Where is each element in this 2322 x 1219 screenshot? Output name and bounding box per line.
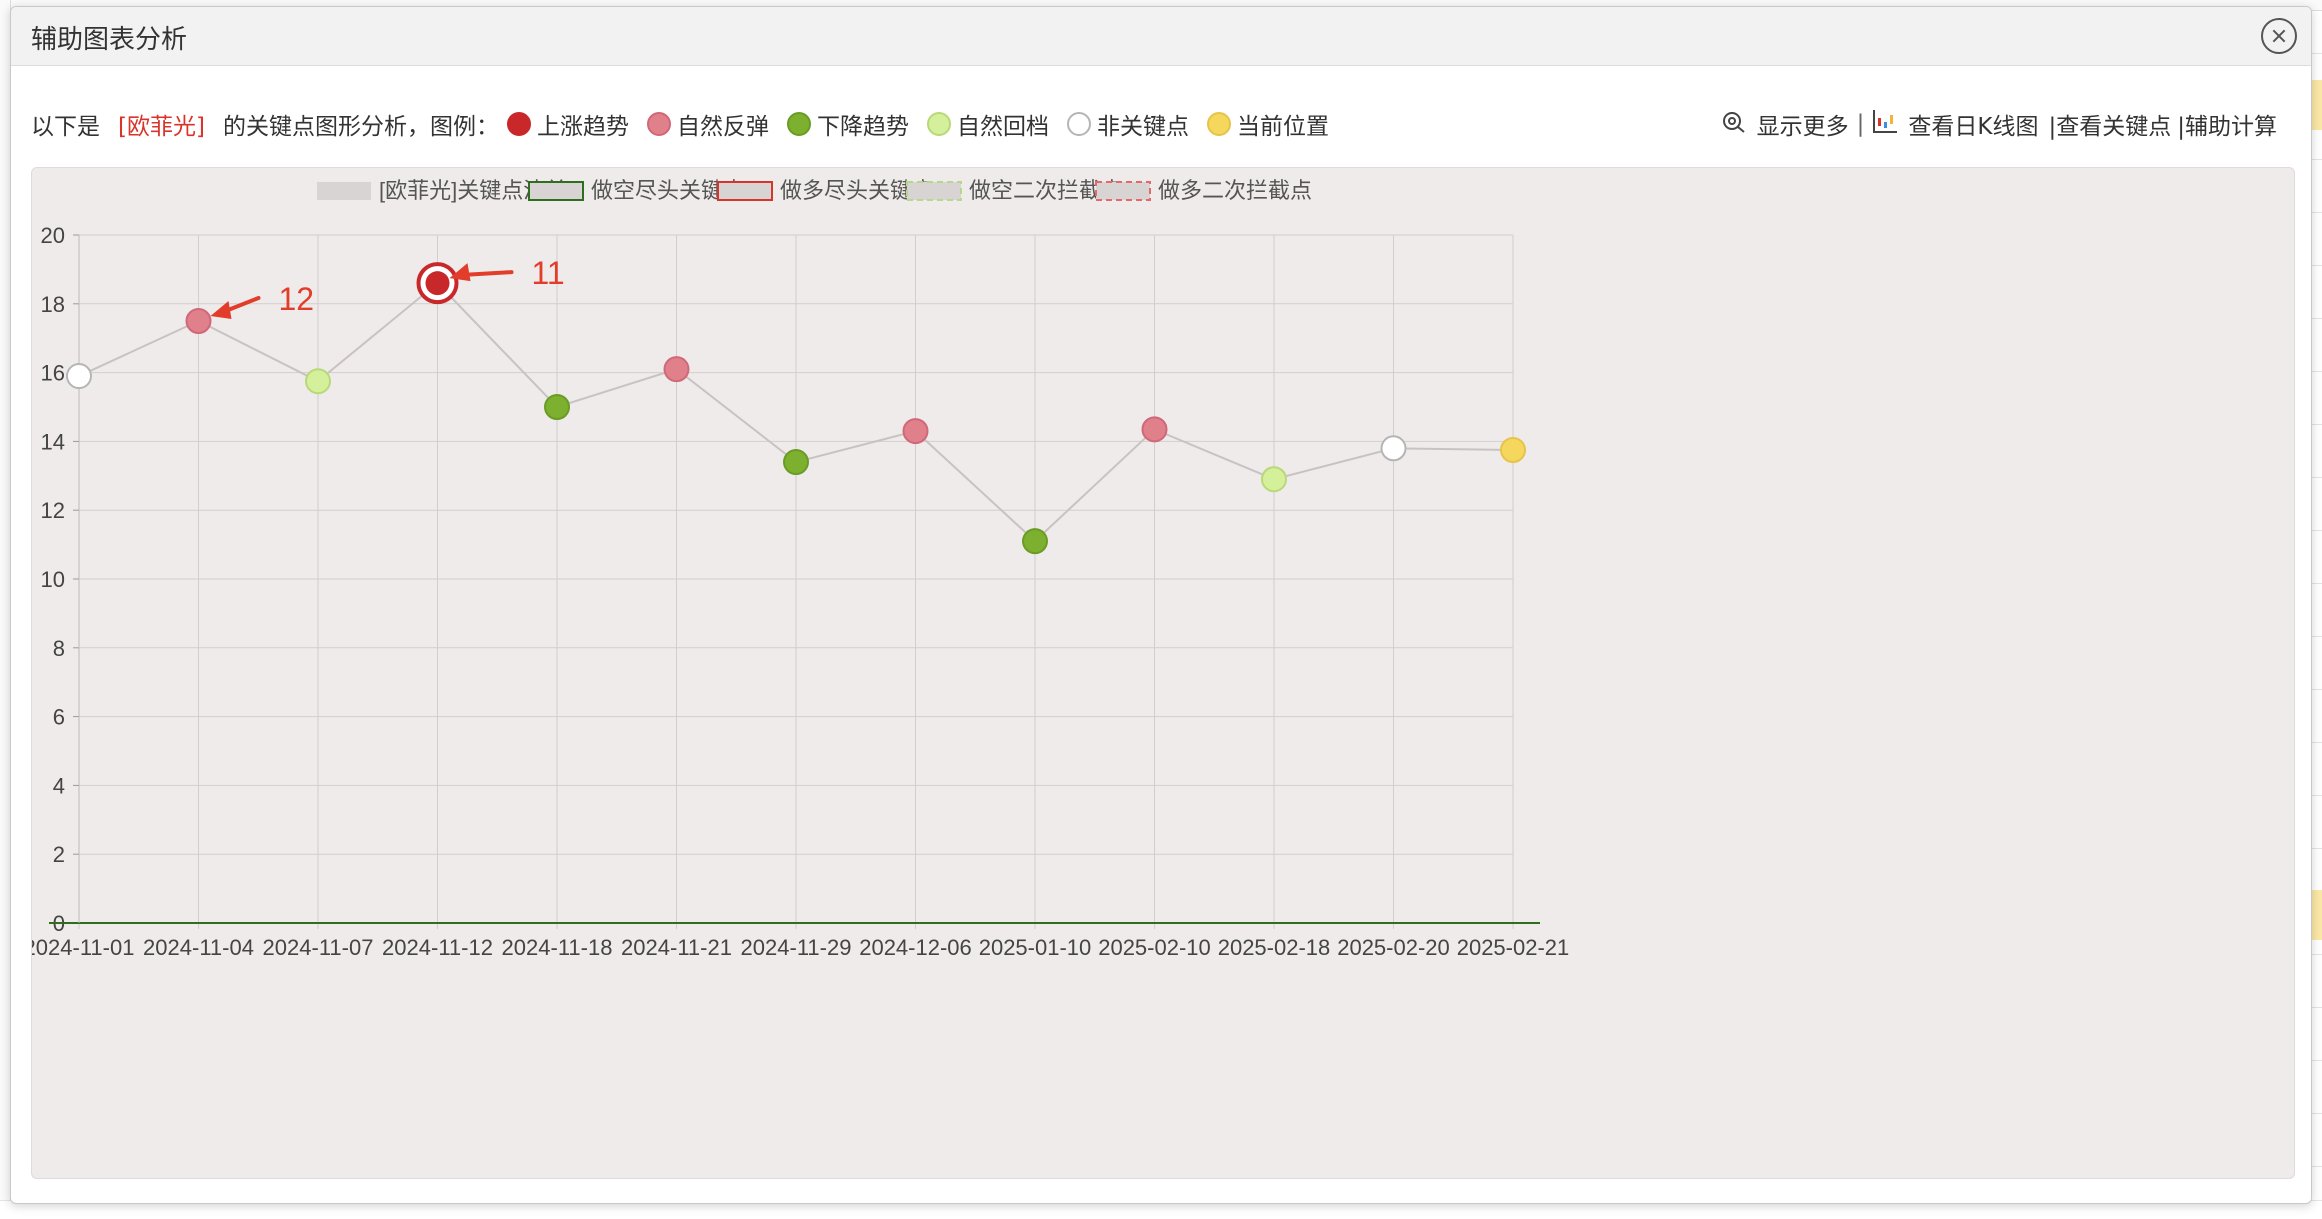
dialog-title: 辅助图表分析 — [31, 25, 188, 55]
chart-dialog: 辅助图表分析 以下是 [欧菲光] 的关键点图形分析，图例： 上涨趋势 自然反弹 下降… — [10, 6, 2312, 1204]
data-point[interactable] — [1141, 416, 1168, 443]
x-tick-label: 2024-11-29 — [741, 935, 852, 960]
data-point[interactable] — [902, 418, 929, 445]
info-prefix: 以下是 — [31, 114, 100, 140]
data-point[interactable] — [305, 368, 331, 395]
y-tick-label: 16 — [41, 361, 65, 386]
legend-item: 自然回档 — [926, 107, 1049, 141]
legend-label: 下降趋势 — [816, 114, 909, 140]
chart-legend-swatch[interactable] — [906, 181, 962, 201]
x-tick-label: 2024-11-21 — [621, 935, 732, 960]
legend-item: 下降趋势 — [786, 107, 909, 141]
chart-legend-label: 做多二次拦截点 — [1158, 178, 1312, 203]
info-bar: 以下是 [欧菲光] 的关键点图形分析，图例： 上涨趋势 自然反弹 下降趋势 自然回档 非… — [31, 107, 2291, 147]
legend-label: 非关键点 — [1096, 114, 1189, 140]
x-tick-label: 2025-02-21 — [1457, 935, 1570, 960]
data-point[interactable] — [185, 308, 212, 334]
show-more-link[interactable]: 显示更多 — [1757, 107, 1849, 141]
data-point[interactable] — [1261, 466, 1287, 493]
x-tick-label: 2024-11-01 — [32, 935, 134, 960]
x-tick-label: 2025-02-20 — [1337, 935, 1450, 960]
x-tick-label: 2025-02-10 — [1098, 935, 1211, 960]
chart-legend-swatch[interactable] — [717, 181, 773, 201]
x-tick-label: 2024-11-12 — [382, 935, 493, 960]
chart-legend-swatch[interactable] — [1095, 181, 1151, 201]
data-point[interactable] — [544, 394, 570, 420]
separator: | — [1856, 111, 1865, 137]
y-tick-label: 14 — [41, 429, 65, 454]
legend-dot-icon — [786, 112, 811, 136]
x-tick-label: 2024-11-07 — [263, 935, 374, 960]
data-point[interactable] — [1022, 528, 1048, 555]
y-tick-label: 8 — [53, 636, 65, 661]
eye-icon[interactable] — [1721, 108, 1747, 140]
legend-dot-icon — [1206, 112, 1231, 136]
legend-label: 自然回档 — [956, 114, 1049, 140]
legend-dot-icon — [1066, 112, 1091, 136]
y-tick-label: 4 — [53, 773, 65, 798]
data-point[interactable] — [425, 271, 450, 296]
chart-legend-swatch[interactable] — [528, 181, 584, 201]
data-point[interactable] — [1380, 435, 1407, 462]
legend-item: 当前位置 — [1206, 107, 1329, 141]
legend-item: 上涨趋势 — [506, 107, 629, 141]
x-tick-label: 2024-11-04 — [143, 935, 254, 960]
view-keypoints-link[interactable]: |查看关键点 — [2049, 107, 2172, 141]
x-tick-label: 2025-02-18 — [1218, 935, 1331, 960]
y-tick-label: 10 — [41, 567, 65, 592]
x-tick-label: 2024-12-06 — [859, 935, 972, 960]
legend-item: 自然反弹 — [646, 107, 769, 141]
info-links: 显示更多 | 查看日K线图 |查看关键点 |辅助计算 — [1721, 107, 2277, 141]
annotation-label: 11 — [532, 255, 565, 291]
y-tick-label: 6 — [53, 705, 65, 730]
annotation-label: 12 — [279, 281, 315, 317]
y-tick-label: 12 — [41, 498, 65, 523]
data-point[interactable] — [1500, 437, 1526, 463]
assist-calc-link[interactable]: |辅助计算 — [2177, 107, 2277, 141]
stock-name[interactable]: [欧菲光] — [118, 107, 205, 141]
data-point[interactable] — [783, 449, 809, 476]
dialog-header: 辅助图表分析 — [11, 7, 2311, 66]
point-legend: 上涨趋势 自然反弹 下降趋势 自然回档 非关键点 当前位置 — [506, 107, 1347, 141]
daily-k-link[interactable]: 查看日K线图 — [1908, 107, 2038, 141]
legend-label: 自然反弹 — [676, 114, 769, 140]
data-point[interactable] — [66, 363, 92, 390]
close-icon[interactable] — [2261, 18, 2297, 54]
legend-label: 当前位置 — [1236, 114, 1329, 140]
x-tick-label: 2024-11-18 — [502, 935, 613, 960]
legend-item: 非关键点 — [1066, 107, 1189, 141]
info-left: 以下是 [欧菲光] 的关键点图形分析，图例： 上涨趋势 自然反弹 下降趋势 自然回档 非… — [31, 107, 1347, 141]
info-suffix: 的关键点图形分析，图例： — [222, 114, 499, 140]
legend-dot-icon — [926, 112, 951, 136]
legend-dot-icon — [506, 112, 531, 136]
legend-dot-icon — [646, 112, 671, 136]
chart-legend-swatch[interactable] — [317, 182, 371, 200]
x-tick-label: 2025-01-10 — [979, 935, 1092, 960]
chart-panel: [欧菲光]关键点清单 做空尽头关键点 做多尽头关键点 做空二次拦截点 做多二次拦截点 0 2… — [24, 167, 2295, 1179]
kline-chart-icon[interactable] — [1872, 108, 1898, 140]
y-tick-label: 20 — [41, 223, 65, 248]
legend-label: 上涨趋势 — [536, 114, 629, 140]
data-point[interactable] — [663, 356, 690, 383]
line-chart: [欧菲光]关键点清单 做空尽头关键点 做多尽头关键点 做空二次拦截点 做多二次拦截点02… — [24, 178, 1570, 960]
y-tick-label: 2 — [53, 842, 65, 867]
y-tick-label: 18 — [41, 292, 65, 317]
